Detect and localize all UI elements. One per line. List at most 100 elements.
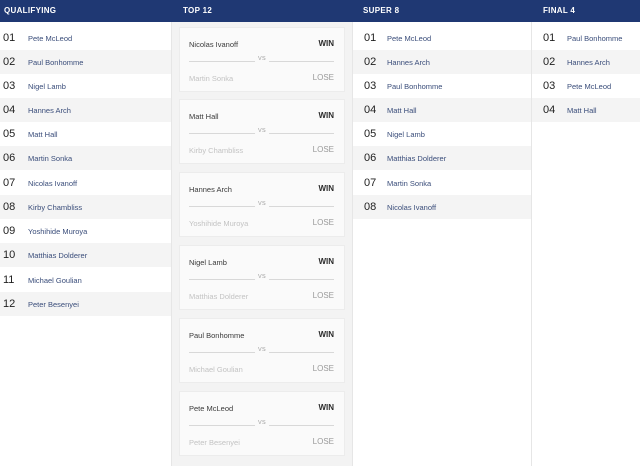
rank-number: 02 [3, 56, 16, 68]
pilot-name-link[interactable]: Hannes Arch [387, 58, 430, 67]
loser-name[interactable]: Michael Goulian [189, 365, 243, 374]
loser-name[interactable]: Peter Besenyei [189, 438, 240, 447]
pilot-name-link[interactable]: Pete McLeod [28, 34, 72, 43]
final4-row[interactable]: 04 Matt Hall [532, 98, 640, 122]
pilot-name-link[interactable]: Paul Bonhomme [567, 34, 622, 43]
qualifying-row[interactable]: 12 Peter Besenyei [0, 292, 171, 316]
rank-number: 10 [3, 249, 16, 261]
final4-row[interactable]: 03 Pete McLeod [532, 74, 640, 98]
win-label: WIN [318, 330, 334, 339]
qualifying-row[interactable]: 05 Matt Hall [0, 122, 171, 146]
pilot-name-link[interactable]: Paul Bonhomme [387, 82, 442, 91]
match-card[interactable]: Hannes Arch WIN VS Yoshihide Muroya LOSE [179, 172, 345, 237]
qualifying-row[interactable]: 09 Yoshihide Muroya [0, 219, 171, 243]
super8-row[interactable]: 03 Paul Bonhomme [353, 74, 531, 98]
qualifying-row[interactable]: 04 Hannes Arch [0, 98, 171, 122]
match-card[interactable]: Pete McLeod WIN VS Peter Besenyei LOSE [179, 391, 345, 456]
loser-name[interactable]: Kirby Chambliss [189, 146, 243, 155]
pilot-name-link[interactable]: Martin Sonka [28, 154, 72, 163]
rank-number: 08 [364, 201, 377, 213]
winner-name[interactable]: Nicolas Ivanoff [189, 40, 238, 49]
pilot-name-link[interactable]: Hannes Arch [28, 106, 71, 115]
super8-row[interactable]: 08 Nicolas Ivanoff [353, 195, 531, 219]
pilot-name-link[interactable]: Yoshihide Muroya [28, 227, 87, 236]
rank-number: 04 [543, 104, 556, 116]
qualifying-row[interactable]: 08 Kirby Chambliss [0, 195, 171, 219]
super8-row[interactable]: 05 Nigel Lamb [353, 122, 531, 146]
lose-label: LOSE [312, 291, 334, 300]
super8-row[interactable]: 02 Hannes Arch [353, 50, 531, 74]
super8-row[interactable]: 01 Pete McLeod [353, 26, 531, 50]
column-title-qualifying: QUALIFYING [4, 6, 57, 15]
winner-name[interactable]: Hannes Arch [189, 185, 232, 194]
pilot-name-link[interactable]: Michael Goulian [28, 276, 82, 285]
lose-label: LOSE [312, 364, 334, 373]
match-card[interactable]: Matt Hall WIN VS Kirby Chambliss LOSE [179, 99, 345, 164]
rank-number: 01 [364, 32, 377, 44]
pilot-name-link[interactable]: Martin Sonka [387, 179, 431, 188]
rank-number: 07 [3, 177, 16, 189]
final4-row[interactable]: 02 Hannes Arch [532, 50, 640, 74]
super8-row[interactable]: 04 Matt Hall [353, 98, 531, 122]
qualifying-row[interactable]: 02 Paul Bonhomme [0, 50, 171, 74]
rank-number: 01 [543, 32, 556, 44]
qualifying-row[interactable]: 03 Nigel Lamb [0, 74, 171, 98]
match-card[interactable]: Nicolas Ivanoff WIN VS Martin Sonka LOSE [179, 27, 345, 92]
qualifying-row[interactable]: 10 Matthias Dolderer [0, 243, 171, 267]
qualifying-row[interactable]: 11 Michael Goulian [0, 268, 171, 292]
winner-name[interactable]: Pete McLeod [189, 404, 233, 413]
qualifying-row[interactable]: 01 Pete McLeod [0, 26, 171, 50]
pilot-name-link[interactable]: Matt Hall [567, 106, 597, 115]
loser-name[interactable]: Yoshihide Muroya [189, 219, 248, 228]
win-label: WIN [318, 39, 334, 48]
pilot-name-link[interactable]: Matthias Dolderer [387, 154, 446, 163]
pilot-name-link[interactable]: Pete McLeod [387, 34, 431, 43]
pilot-name-link[interactable]: Pete McLeod [567, 82, 611, 91]
vs-label: VS [255, 201, 269, 207]
rank-number: 04 [3, 104, 16, 116]
pilot-name-link[interactable]: Nicolas Ivanoff [28, 179, 77, 188]
pilot-name-link[interactable]: Peter Besenyei [28, 300, 79, 309]
column-title-final4: FINAL 4 [543, 6, 576, 15]
rank-number: 08 [3, 201, 16, 213]
rank-number: 01 [3, 32, 16, 44]
pilot-name-link[interactable]: Nicolas Ivanoff [387, 203, 436, 212]
rank-number: 03 [543, 80, 556, 92]
rank-number: 11 [3, 274, 15, 286]
win-label: WIN [318, 184, 334, 193]
final4-row[interactable]: 01 Paul Bonhomme [532, 26, 640, 50]
rank-number: 05 [3, 128, 16, 140]
pilot-name-link[interactable]: Nigel Lamb [387, 130, 425, 139]
rank-number: 05 [364, 128, 377, 140]
pilot-name-link[interactable]: Kirby Chambliss [28, 203, 82, 212]
rank-number: 07 [364, 177, 377, 189]
pilot-name-link[interactable]: Matt Hall [387, 106, 417, 115]
lose-label: LOSE [312, 73, 334, 82]
win-label: WIN [318, 111, 334, 120]
match-card[interactable]: Paul Bonhomme WIN VS Michael Goulian LOS… [179, 318, 345, 383]
vs-label: VS [255, 274, 269, 280]
pilot-name-link[interactable]: Paul Bonhomme [28, 58, 83, 67]
winner-name[interactable]: Nigel Lamb [189, 258, 227, 267]
winner-name[interactable]: Matt Hall [189, 112, 219, 121]
pilot-name-link[interactable]: Nigel Lamb [28, 82, 66, 91]
rank-number: 06 [364, 152, 377, 164]
qualifying-row[interactable]: 07 Nicolas Ivanoff [0, 171, 171, 195]
lose-label: LOSE [312, 218, 334, 227]
super8-row[interactable]: 07 Martin Sonka [353, 171, 531, 195]
pilot-name-link[interactable]: Hannes Arch [567, 58, 610, 67]
match-card[interactable]: Nigel Lamb WIN VS Matthias Dolderer LOSE [179, 245, 345, 310]
win-label: WIN [318, 403, 334, 412]
rank-number: 06 [3, 152, 16, 164]
pilot-name-link[interactable]: Matt Hall [28, 130, 58, 139]
loser-name[interactable]: Matthias Dolderer [189, 292, 248, 301]
vs-label: VS [255, 420, 269, 426]
pilot-name-link[interactable]: Matthias Dolderer [28, 251, 87, 260]
loser-name[interactable]: Martin Sonka [189, 74, 233, 83]
rank-number: 02 [364, 56, 377, 68]
vs-label: VS [255, 128, 269, 134]
rank-number: 03 [3, 80, 16, 92]
qualifying-row[interactable]: 06 Martin Sonka [0, 146, 171, 170]
super8-row[interactable]: 06 Matthias Dolderer [353, 146, 531, 170]
winner-name[interactable]: Paul Bonhomme [189, 331, 244, 340]
